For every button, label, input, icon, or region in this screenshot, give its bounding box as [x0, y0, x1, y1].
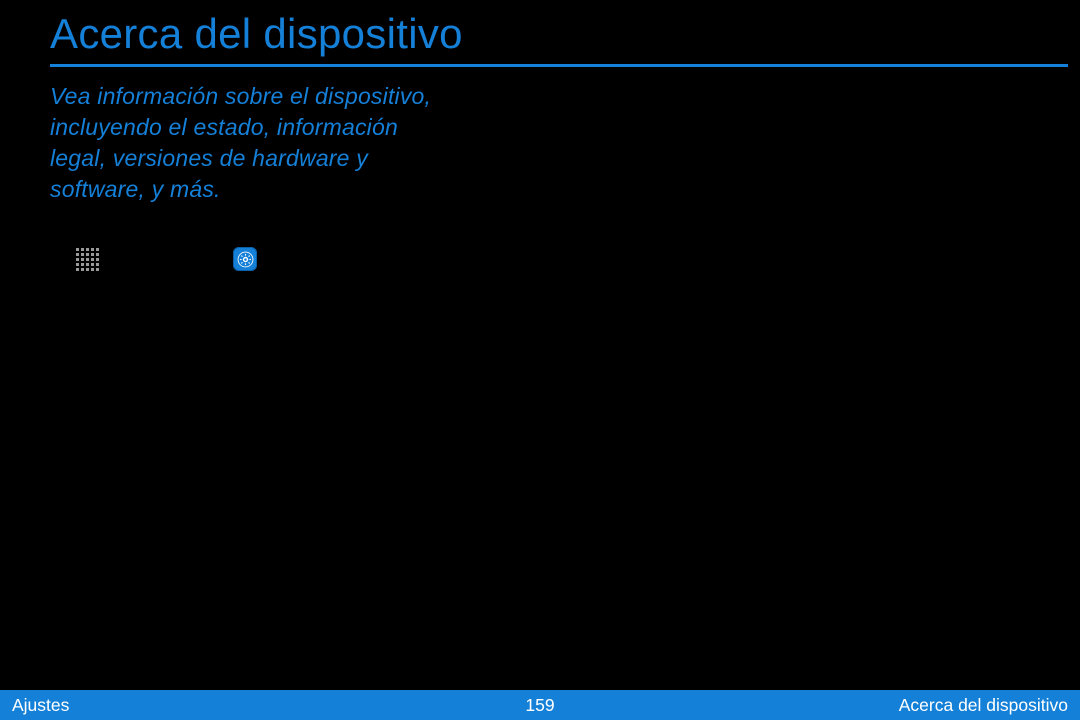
page-title: Acerca del dispositivo [0, 0, 1080, 64]
apps-grid-icon [76, 248, 99, 271]
footer-right: Acerca del dispositivo [899, 695, 1068, 716]
page-number: 159 [525, 695, 554, 716]
intro-text: Vea información sobre el dispositivo, in… [0, 67, 450, 205]
icons-row [0, 205, 1080, 271]
footer-left: Ajustes [12, 695, 69, 716]
footer: Ajustes 159 Acerca del dispositivo [0, 690, 1080, 720]
gear-icon [237, 251, 254, 268]
settings-icon [233, 247, 257, 271]
